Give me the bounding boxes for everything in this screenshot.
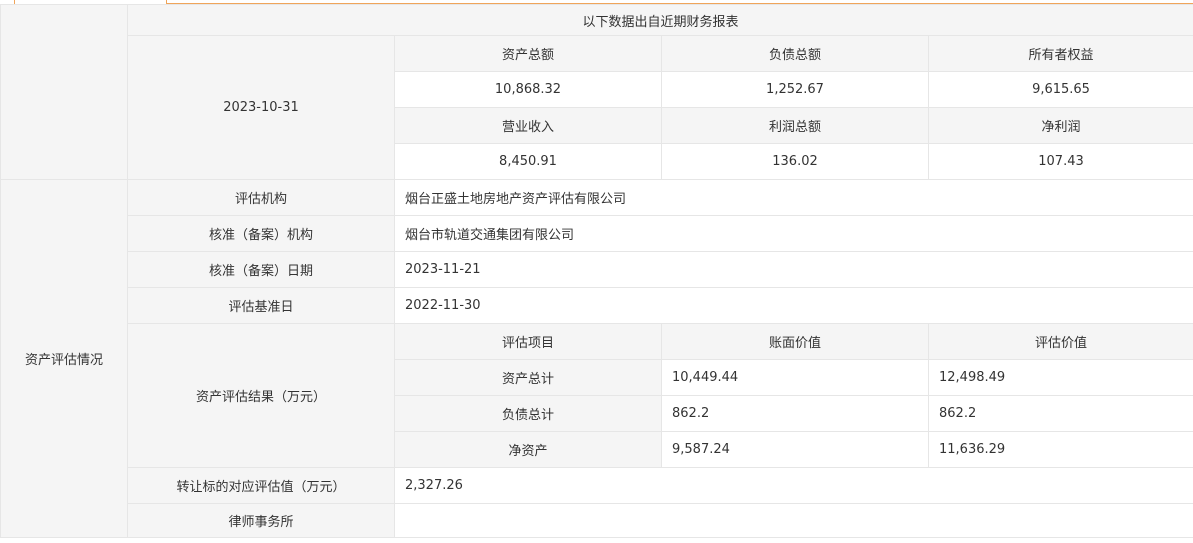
value-total-liabilities: 1,252.67 bbox=[661, 71, 929, 108]
valuation-row-approval-date: 核准（备案）日期 2023-11-21 bbox=[1, 251, 1193, 288]
header-net-profit: 净利润 bbox=[927, 107, 1193, 144]
valuation-row-agency: 资产评估情况 评估机构 烟台正盛土地房地产资产评估有限公司 bbox=[0, 179, 1193, 538]
transfer-value: 2,327.26 bbox=[393, 467, 1193, 504]
valuation-row-base-date: 评估基准日 2022-11-30 bbox=[1, 287, 1193, 324]
report-date: 2023-10-31 bbox=[127, 35, 395, 180]
result-book-value: 10,449.44 bbox=[661, 359, 929, 396]
result-appraised-value: 862.2 bbox=[927, 395, 1193, 432]
value-total-profit: 136.02 bbox=[661, 143, 929, 180]
row-label: 核准（备案）机构 bbox=[127, 215, 395, 252]
law-firm-value bbox=[393, 503, 1193, 538]
financial-title-row: 以下数据出自近期财务报表 bbox=[0, 4, 1193, 180]
row-value: 烟台正盛土地房地产资产评估有限公司 bbox=[393, 179, 1193, 216]
result-appraised-value: 12,498.49 bbox=[927, 359, 1193, 396]
financial-section-label bbox=[0, 4, 128, 180]
result-book-value: 9,587.24 bbox=[661, 431, 929, 468]
valuation-row-approval-org: 核准（备案）机构 烟台市轨道交通集团有限公司 bbox=[1, 215, 1193, 252]
valuation-section-label: 资产评估情况 bbox=[0, 179, 128, 538]
row-value: 2023-11-21 bbox=[393, 251, 1193, 288]
result-header-item: 评估项目 bbox=[394, 323, 662, 360]
transfer-label: 转让标的对应评估值（万元） bbox=[127, 467, 395, 504]
value-revenue: 8,450.91 bbox=[394, 143, 662, 180]
result-header-row: 资产评估结果（万元） 评估项目 账面价值 评估价值 bbox=[1, 323, 1193, 468]
row-value: 烟台市轨道交通集团有限公司 bbox=[393, 215, 1193, 252]
result-item-name: 净资产 bbox=[394, 431, 662, 468]
header-total-profit: 利润总额 bbox=[661, 107, 929, 144]
asset-info-table: 以下数据出自近期财务报表 2023-10-31 资产总额 负债总额 所有者权益 … bbox=[0, 4, 1193, 538]
result-header-appraised: 评估价值 bbox=[927, 323, 1193, 360]
financial-header-row-1: 2023-10-31 资产总额 负债总额 所有者权益 bbox=[1, 35, 1193, 180]
header-total-assets: 资产总额 bbox=[394, 35, 662, 72]
result-item-name: 资产总计 bbox=[394, 359, 662, 396]
value-owner-equity: 9,615.65 bbox=[927, 71, 1193, 108]
value-total-assets: 10,868.32 bbox=[394, 71, 662, 108]
result-book-value: 862.2 bbox=[661, 395, 929, 432]
law-firm-label: 律师事务所 bbox=[127, 503, 395, 538]
transfer-value-row: 转让标的对应评估值（万元） 2,327.26 bbox=[1, 467, 1193, 504]
result-appraised-value: 11,636.29 bbox=[927, 431, 1193, 468]
row-label: 核准（备案）日期 bbox=[127, 251, 395, 288]
law-firm-row: 律师事务所 bbox=[1, 503, 1193, 538]
header-revenue: 营业收入 bbox=[394, 107, 662, 144]
financial-title: 以下数据出自近期财务报表 bbox=[126, 4, 1193, 36]
value-net-profit: 107.43 bbox=[927, 143, 1193, 180]
result-label: 资产评估结果（万元） bbox=[127, 323, 395, 468]
row-label: 评估机构 bbox=[127, 179, 395, 216]
header-owner-equity: 所有者权益 bbox=[927, 35, 1193, 72]
result-item-name: 负债总计 bbox=[394, 395, 662, 432]
row-label: 评估基准日 bbox=[127, 287, 395, 324]
row-value: 2022-11-30 bbox=[393, 287, 1193, 324]
result-header-book: 账面价值 bbox=[661, 323, 929, 360]
header-total-liabilities: 负债总额 bbox=[661, 35, 929, 72]
